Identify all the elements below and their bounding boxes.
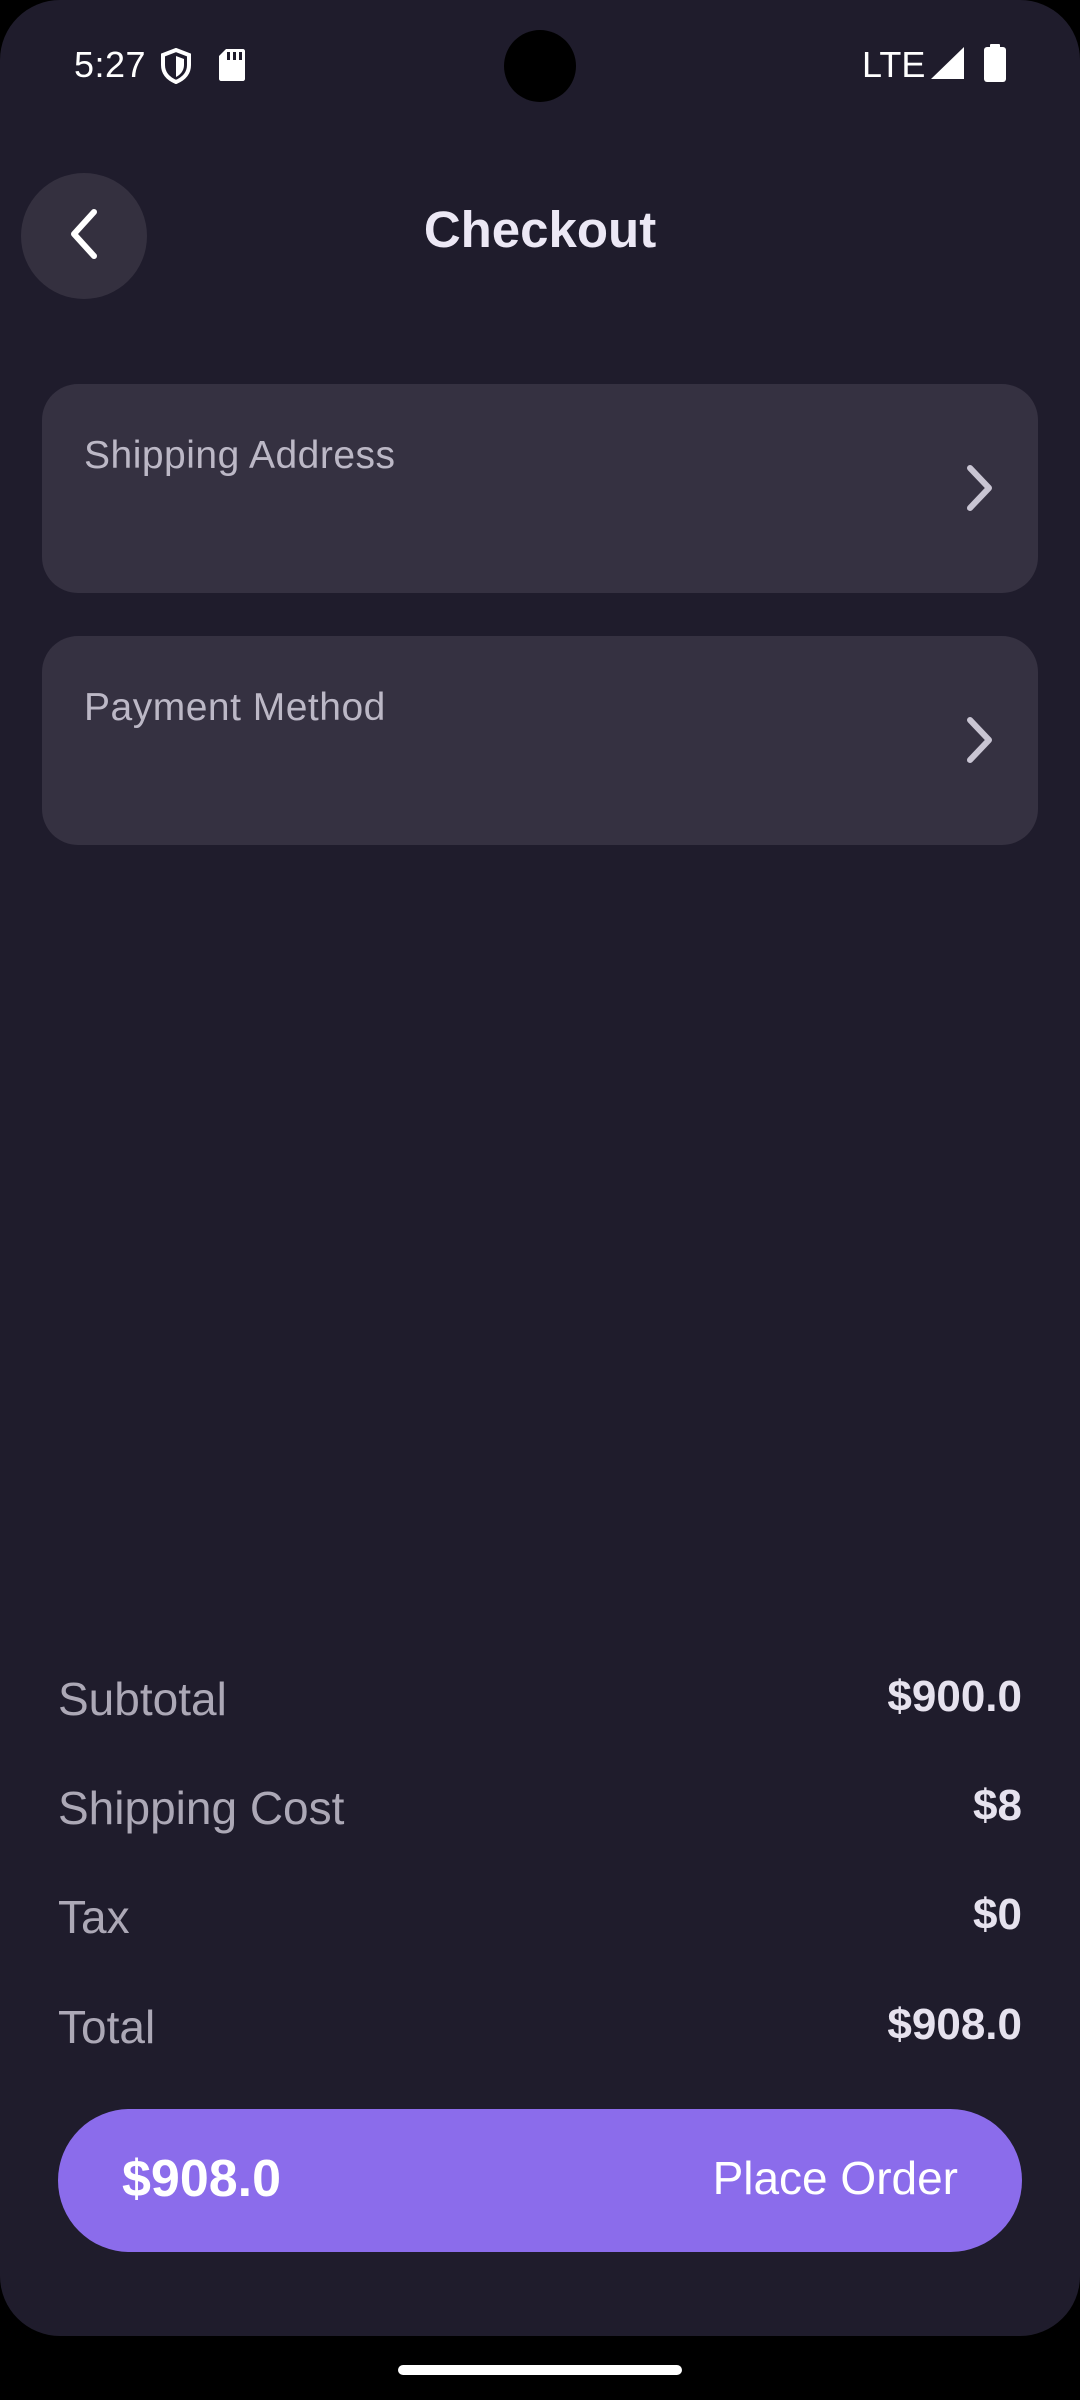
sd-card-icon <box>218 48 246 87</box>
summary-row-subtotal: Subtotal $900.0 <box>58 1672 1022 1732</box>
payment-method-label: Payment Method <box>84 686 386 729</box>
status-time: 5:27 <box>74 44 147 85</box>
page-title: Checkout <box>423 201 657 258</box>
summary-row-shipping: Shipping Cost $8 <box>58 1781 1022 1841</box>
status-bar: 5:27 LTE <box>0 0 1080 130</box>
shipping-address-card[interactable]: Shipping Address <box>42 384 1038 593</box>
subtotal-label: Subtotal <box>58 1673 227 1725</box>
tax-value: $0 <box>973 1890 1022 1939</box>
chevron-right-icon <box>964 462 996 519</box>
camera-cutout <box>504 30 576 102</box>
shipping-cost-label: Shipping Cost <box>58 1782 345 1834</box>
shield-icon <box>160 47 192 89</box>
summary-row-tax: Tax $0 <box>58 1890 1022 1950</box>
place-order-label: Place Order <box>712 2152 958 2204</box>
battery-icon <box>984 44 1006 87</box>
tax-label: Tax <box>58 1891 130 1943</box>
total-label: Total <box>58 2001 156 2053</box>
payment-method-card[interactable]: Payment Method <box>42 636 1038 845</box>
shipping-cost-value: $8 <box>973 1781 1022 1830</box>
total-value: $908.0 <box>887 2000 1022 2049</box>
order-amount: $908.0 <box>122 2150 282 2208</box>
checkout-screen: 5:27 LTE Checkout Shipping Address Payme… <box>0 0 1080 2336</box>
gesture-nav-handle[interactable] <box>398 2365 682 2375</box>
shipping-address-label: Shipping Address <box>84 434 396 477</box>
chevron-right-icon <box>964 714 996 771</box>
place-order-button[interactable]: $908.0 Place Order <box>58 2109 1022 2252</box>
network-type: LTE <box>862 44 926 85</box>
subtotal-value: $900.0 <box>887 1672 1022 1721</box>
summary-row-total: Total $908.0 <box>58 2000 1022 2060</box>
signal-icon <box>930 46 966 85</box>
